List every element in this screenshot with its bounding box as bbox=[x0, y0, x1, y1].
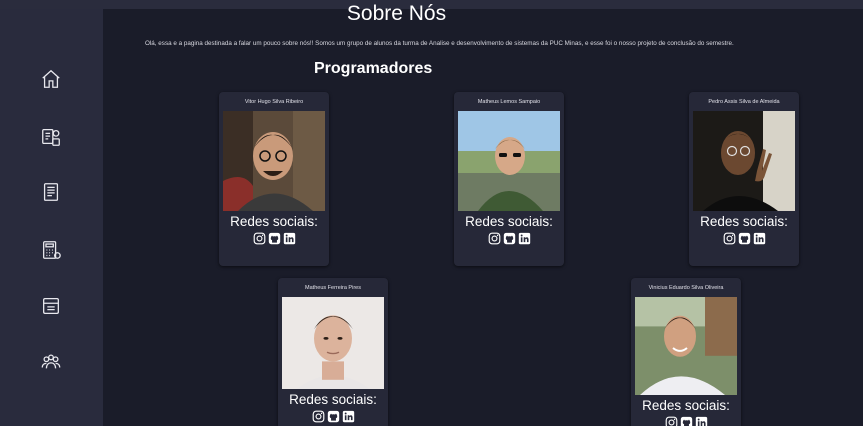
social-label: Redes sociais: bbox=[700, 214, 788, 229]
social-label: Redes sociais: bbox=[642, 398, 730, 413]
github-icon[interactable] bbox=[268, 232, 281, 245]
github-icon[interactable] bbox=[680, 416, 693, 426]
developer-card: Vinicius Eduardo Silva Oliveira Redes so… bbox=[631, 278, 741, 426]
developer-name: Matheus Ferreira Pires bbox=[305, 285, 361, 291]
developer-name: Vinicius Eduardo Silva Oliveira bbox=[648, 285, 724, 291]
developer-photo bbox=[693, 111, 795, 211]
sidebar-item-home[interactable] bbox=[38, 66, 64, 92]
calculator-icon bbox=[43, 241, 61, 259]
page-title: Sobre Nós bbox=[346, 2, 447, 25]
linkedin-icon[interactable] bbox=[518, 232, 531, 245]
sidebar-item-calculator[interactable] bbox=[38, 237, 64, 263]
section-title: Programadores bbox=[314, 60, 433, 77]
developer-photo bbox=[282, 297, 384, 389]
developer-card: Matheus Ferreira Pires Redes sociais: bbox=[278, 278, 388, 426]
instagram-icon[interactable] bbox=[312, 410, 325, 423]
linkedin-icon[interactable] bbox=[753, 232, 766, 245]
social-label: Redes sociais: bbox=[230, 214, 318, 229]
social-label: Redes sociais: bbox=[289, 392, 377, 407]
developer-photo bbox=[223, 111, 325, 211]
sidebar-item-team[interactable] bbox=[38, 349, 64, 375]
developer-photo bbox=[458, 111, 560, 211]
github-icon[interactable] bbox=[738, 232, 751, 245]
instagram-icon[interactable] bbox=[253, 232, 266, 245]
home-icon bbox=[42, 69, 60, 88]
team-icon bbox=[41, 354, 61, 369]
sidebar bbox=[0, 9, 103, 426]
receipt-icon bbox=[43, 183, 59, 201]
developer-name: Vitor Hugo Silva Ribeiro bbox=[244, 99, 304, 105]
github-icon[interactable] bbox=[503, 232, 516, 245]
intro-text: Olá, essa e a pagina destinada a falar u… bbox=[145, 40, 734, 47]
developer-name: Pedro Assis Silva de Almeida bbox=[708, 99, 780, 105]
linkedin-icon[interactable] bbox=[695, 416, 708, 426]
social-links bbox=[689, 232, 799, 245]
sidebar-item-receipts[interactable] bbox=[38, 179, 64, 205]
social-links bbox=[454, 232, 564, 245]
developer-card: Matheus Lemos Sampaio Redes sociais: bbox=[454, 92, 564, 266]
sidebar-item-documents[interactable] bbox=[38, 293, 64, 319]
developer-card: Vitor Hugo Silva Ribeiro Redes sociais: bbox=[219, 92, 329, 266]
linkedin-icon[interactable] bbox=[342, 410, 355, 423]
instagram-icon[interactable] bbox=[723, 232, 736, 245]
sidebar-item-devices[interactable] bbox=[38, 124, 64, 150]
developer-photo bbox=[635, 297, 737, 395]
linkedin-icon[interactable] bbox=[283, 232, 296, 245]
device-settings-icon bbox=[42, 129, 60, 146]
social-links bbox=[219, 232, 329, 245]
developer-name: Matheus Lemos Sampaio bbox=[477, 99, 541, 105]
developer-card: Pedro Assis Silva de Almeida Redes socia… bbox=[689, 92, 799, 266]
github-icon[interactable] bbox=[327, 410, 340, 423]
instagram-icon[interactable] bbox=[665, 416, 678, 426]
instagram-icon[interactable] bbox=[488, 232, 501, 245]
social-label: Redes sociais: bbox=[465, 214, 553, 229]
social-links bbox=[631, 416, 741, 426]
document-icon bbox=[43, 298, 59, 314]
social-links bbox=[278, 410, 388, 423]
